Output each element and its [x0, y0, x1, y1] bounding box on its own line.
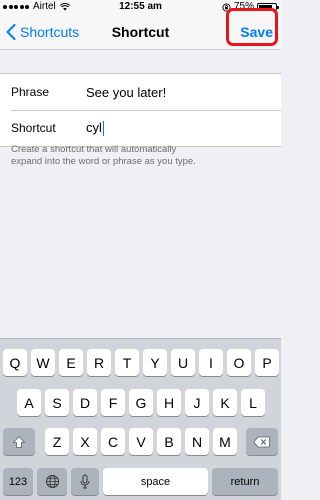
shift-key[interactable] [3, 428, 35, 455]
key-l[interactable]: L [241, 389, 265, 416]
key-i[interactable]: I [199, 349, 223, 376]
key-q[interactable]: Q [3, 349, 27, 376]
shortcut-field-value: cyl [86, 119, 102, 135]
text-cursor [102, 121, 105, 137]
key-z[interactable]: Z [45, 428, 69, 455]
key-o[interactable]: O [227, 349, 251, 376]
key-x[interactable]: X [73, 428, 97, 455]
key-v[interactable]: V [129, 428, 153, 455]
navigation-bar: Shortcuts Shortcut Save [0, 14, 281, 50]
shift-arrow-icon [13, 435, 25, 448]
return-key[interactable]: return [212, 468, 278, 495]
rotation-lock-icon [222, 2, 231, 12]
key-e[interactable]: E [59, 349, 83, 376]
delete-key[interactable] [246, 428, 278, 455]
dictation-key[interactable] [71, 468, 99, 495]
key-k[interactable]: K [213, 389, 237, 416]
status-right: 75% [222, 0, 279, 14]
save-button[interactable]: Save [240, 14, 273, 50]
space-key[interactable]: space [103, 468, 208, 495]
shortcut-label: Shortcut [11, 121, 56, 135]
help-text: Create a shortcut that will automaticall… [11, 144, 196, 167]
key-r[interactable]: R [87, 349, 111, 376]
key-j[interactable]: J [185, 389, 209, 416]
key-g[interactable]: G [129, 389, 153, 416]
phrase-row[interactable]: Phrase See you later! [0, 74, 281, 110]
phrase-field[interactable]: See you later! [86, 85, 166, 100]
key-m[interactable]: M [213, 428, 237, 455]
globe-icon [45, 475, 59, 488]
key-u[interactable]: U [171, 349, 195, 376]
shortcut-field[interactable]: cyl [86, 119, 105, 137]
key-d[interactable]: D [73, 389, 97, 416]
key-t[interactable]: T [115, 349, 139, 376]
key-n[interactable]: N [185, 428, 209, 455]
key-a[interactable]: A [17, 389, 41, 416]
status-bar: Airtel 12:55 am 75% [0, 0, 281, 14]
page-title: Shortcut [111, 24, 170, 40]
key-f[interactable]: F [101, 389, 125, 416]
globe-key[interactable] [37, 468, 67, 495]
delete-backspace-icon [253, 436, 270, 447]
numbers-key[interactable]: 123 [3, 468, 33, 495]
shortcut-row[interactable]: Shortcut cyl [0, 110, 281, 146]
microphone-icon [80, 474, 90, 488]
key-y[interactable]: Y [143, 349, 167, 376]
key-w[interactable]: W [31, 349, 55, 376]
key-h[interactable]: H [157, 389, 181, 416]
battery-percentage: 75% [233, 1, 254, 12]
phrase-label: Phrase [11, 85, 50, 99]
key-s[interactable]: S [45, 389, 69, 416]
keyboard: Q W E R T Y U I O P A S D F G H J K L Z … [0, 338, 281, 500]
battery-icon [257, 3, 279, 11]
key-p[interactable]: P [255, 349, 279, 376]
key-c[interactable]: C [101, 428, 125, 455]
key-b[interactable]: B [157, 428, 181, 455]
shortcut-form: Phrase See you later! Shortcut cyl [0, 73, 281, 147]
